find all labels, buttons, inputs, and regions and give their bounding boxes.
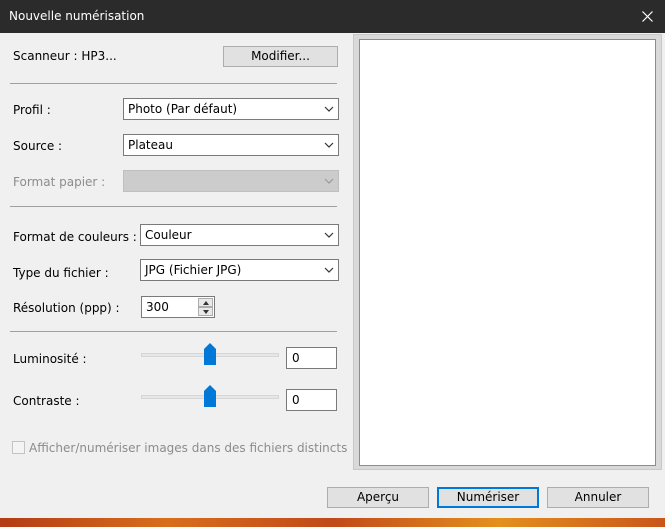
arrow-up-icon	[203, 301, 209, 305]
slider-thumb[interactable]	[204, 343, 216, 365]
brightness-value: 0	[292, 351, 300, 365]
brightness-input[interactable]: 0	[286, 347, 337, 369]
color-format-label: Format de couleurs :	[13, 230, 137, 244]
contrast-label: Contraste :	[13, 394, 80, 408]
divider	[10, 331, 337, 332]
contrast-slider[interactable]	[141, 385, 279, 409]
chevron-down-icon	[324, 232, 334, 238]
cancel-button[interactable]: Annuler	[547, 487, 649, 508]
color-format-value: Couleur	[145, 228, 192, 242]
chevron-down-icon	[324, 142, 334, 148]
title-bar: Nouvelle numérisation	[0, 0, 665, 33]
spin-up-button[interactable]	[198, 298, 213, 307]
scanner-label: Scanneur : HP3...	[13, 49, 117, 63]
close-button[interactable]	[634, 3, 662, 30]
chevron-down-icon	[324, 106, 334, 112]
color-format-select[interactable]: Couleur	[140, 224, 339, 246]
change-scanner-button[interactable]: Modifier...	[223, 46, 338, 67]
file-type-label: Type du fichier :	[13, 266, 109, 280]
file-type-select[interactable]: JPG (Fichier JPG)	[140, 259, 339, 281]
separate-files-checkbox	[12, 441, 25, 454]
source-select[interactable]: Plateau	[123, 134, 339, 156]
chevron-down-icon	[324, 178, 334, 184]
source-value: Plateau	[128, 138, 173, 152]
preview-button[interactable]: Aperçu	[327, 487, 429, 508]
profile-label: Profil :	[13, 103, 51, 117]
resolution-value: 300	[146, 300, 169, 314]
divider	[10, 83, 337, 84]
spin-down-button[interactable]	[198, 307, 213, 316]
brightness-label: Luminosité :	[13, 352, 87, 366]
close-icon	[642, 11, 653, 22]
arrow-down-icon	[203, 310, 209, 314]
file-type-value: JPG (Fichier JPG)	[145, 263, 242, 277]
resolution-label: Résolution (ppp) :	[13, 301, 120, 315]
paper-format-select	[123, 170, 339, 192]
chevron-down-icon	[324, 267, 334, 273]
profile-value: Photo (Par défaut)	[128, 102, 238, 116]
window-title: Nouvelle numérisation	[9, 9, 145, 23]
background-strip	[0, 518, 665, 527]
separate-files-label: Afficher/numériser images dans des fichi…	[29, 441, 348, 455]
slider-thumb[interactable]	[204, 385, 216, 407]
resolution-spinner[interactable]: 300	[141, 296, 215, 318]
scan-button[interactable]: Numériser	[437, 487, 539, 508]
paper-format-label: Format papier :	[13, 175, 106, 189]
contrast-value: 0	[292, 393, 300, 407]
divider	[10, 206, 337, 207]
preview-area[interactable]	[359, 39, 656, 466]
contrast-input[interactable]: 0	[286, 389, 337, 411]
source-label: Source :	[13, 139, 63, 153]
brightness-slider[interactable]	[141, 343, 279, 367]
profile-select[interactable]: Photo (Par défaut)	[123, 98, 339, 120]
